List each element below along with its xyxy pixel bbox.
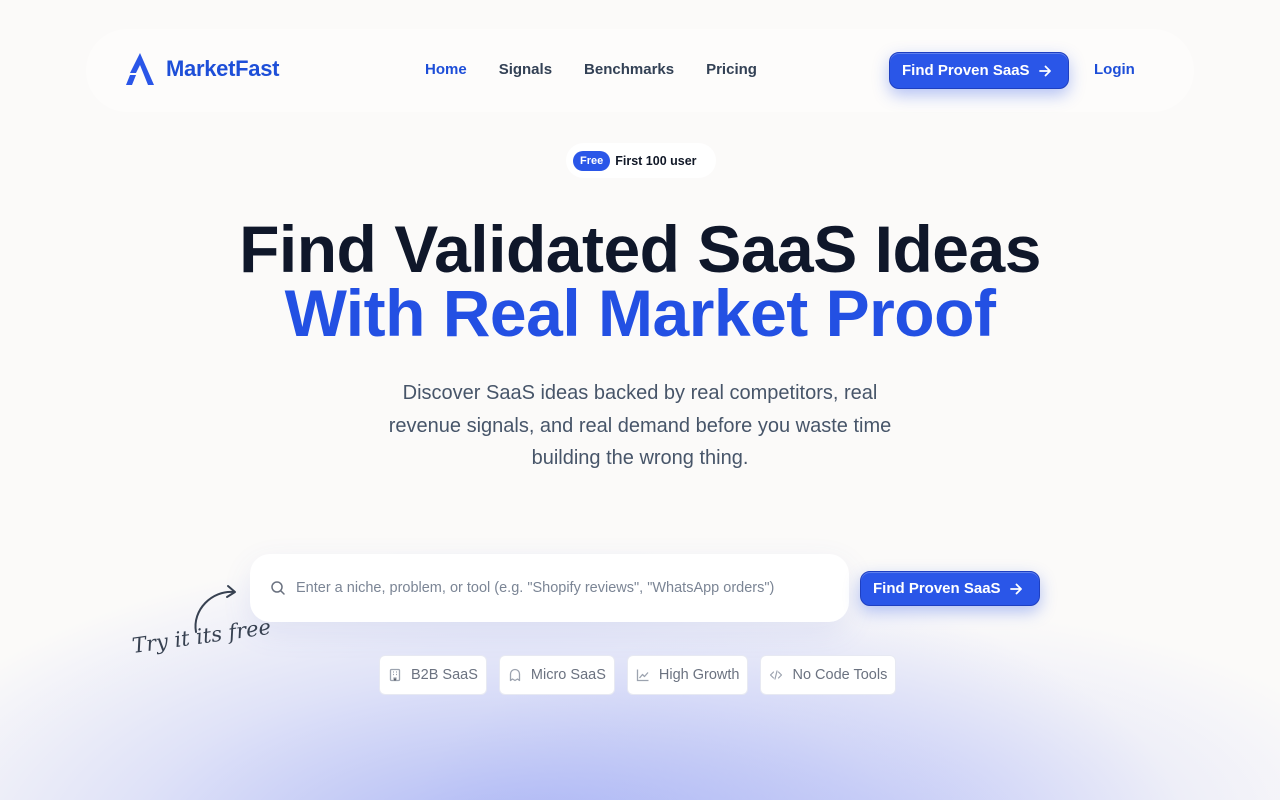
- badge-text: First 100 user: [615, 153, 697, 168]
- badge-free-tag: Free: [573, 150, 611, 171]
- search-input[interactable]: [296, 580, 836, 596]
- ghost-icon: [509, 668, 521, 682]
- nav-link-benchmarks[interactable]: Benchmarks: [584, 61, 674, 78]
- login-link[interactable]: Login: [1094, 61, 1135, 78]
- search-cta-label: Find Proven SaaS: [873, 580, 1001, 597]
- hero-title-line1: Find Validated SaaS Ideas: [239, 212, 1041, 286]
- chip-label: Micro SaaS: [530, 667, 606, 683]
- search-find-proven-saas-button[interactable]: Find Proven SaaS: [860, 571, 1040, 606]
- building-icon: [389, 668, 401, 682]
- chip-label: No Code Tools: [792, 667, 888, 683]
- nav-links: Home Signals Benchmarks Pricing: [425, 61, 757, 78]
- arrow-right-icon: [1038, 65, 1051, 76]
- category-chips: B2B SaaS Micro SaaS High Growth No Code …: [379, 655, 897, 695]
- nav-link-pricing[interactable]: Pricing: [706, 61, 757, 78]
- code-icon: [770, 670, 783, 680]
- logo-icon: [126, 53, 154, 85]
- hero-subtitle: Discover SaaS ideas backed by real compe…: [388, 382, 892, 469]
- nav-find-proven-saas-button[interactable]: Find Proven SaaS: [889, 52, 1069, 89]
- arrow-right-icon: [1009, 583, 1022, 594]
- brand-name: MarketFast: [166, 56, 280, 81]
- top-navbar: MarketFast Home Signals Benchmarks Prici…: [86, 29, 1194, 112]
- chart-line-icon: [636, 669, 649, 682]
- chip-label: B2B SaaS: [411, 667, 478, 683]
- nav-cta-label: Find Proven SaaS: [902, 62, 1030, 79]
- search-box: [250, 554, 849, 622]
- chip-label: High Growth: [658, 667, 740, 683]
- nav-link-signals[interactable]: Signals: [499, 61, 552, 78]
- chip-b2b-saas[interactable]: B2B SaaS: [379, 655, 487, 695]
- promo-badge: Free First 100 user: [566, 143, 716, 178]
- chip-micro-saas[interactable]: Micro SaaS: [498, 655, 615, 695]
- brand[interactable]: MarketFast: [126, 53, 279, 85]
- hero-title-line2: With Real Market Proof: [284, 276, 996, 350]
- chip-no-code-tools[interactable]: No Code Tools: [760, 655, 897, 695]
- nav-link-home[interactable]: Home: [425, 61, 467, 78]
- chip-high-growth[interactable]: High Growth: [626, 655, 749, 695]
- try-free-hint: Try it its free: [131, 582, 274, 692]
